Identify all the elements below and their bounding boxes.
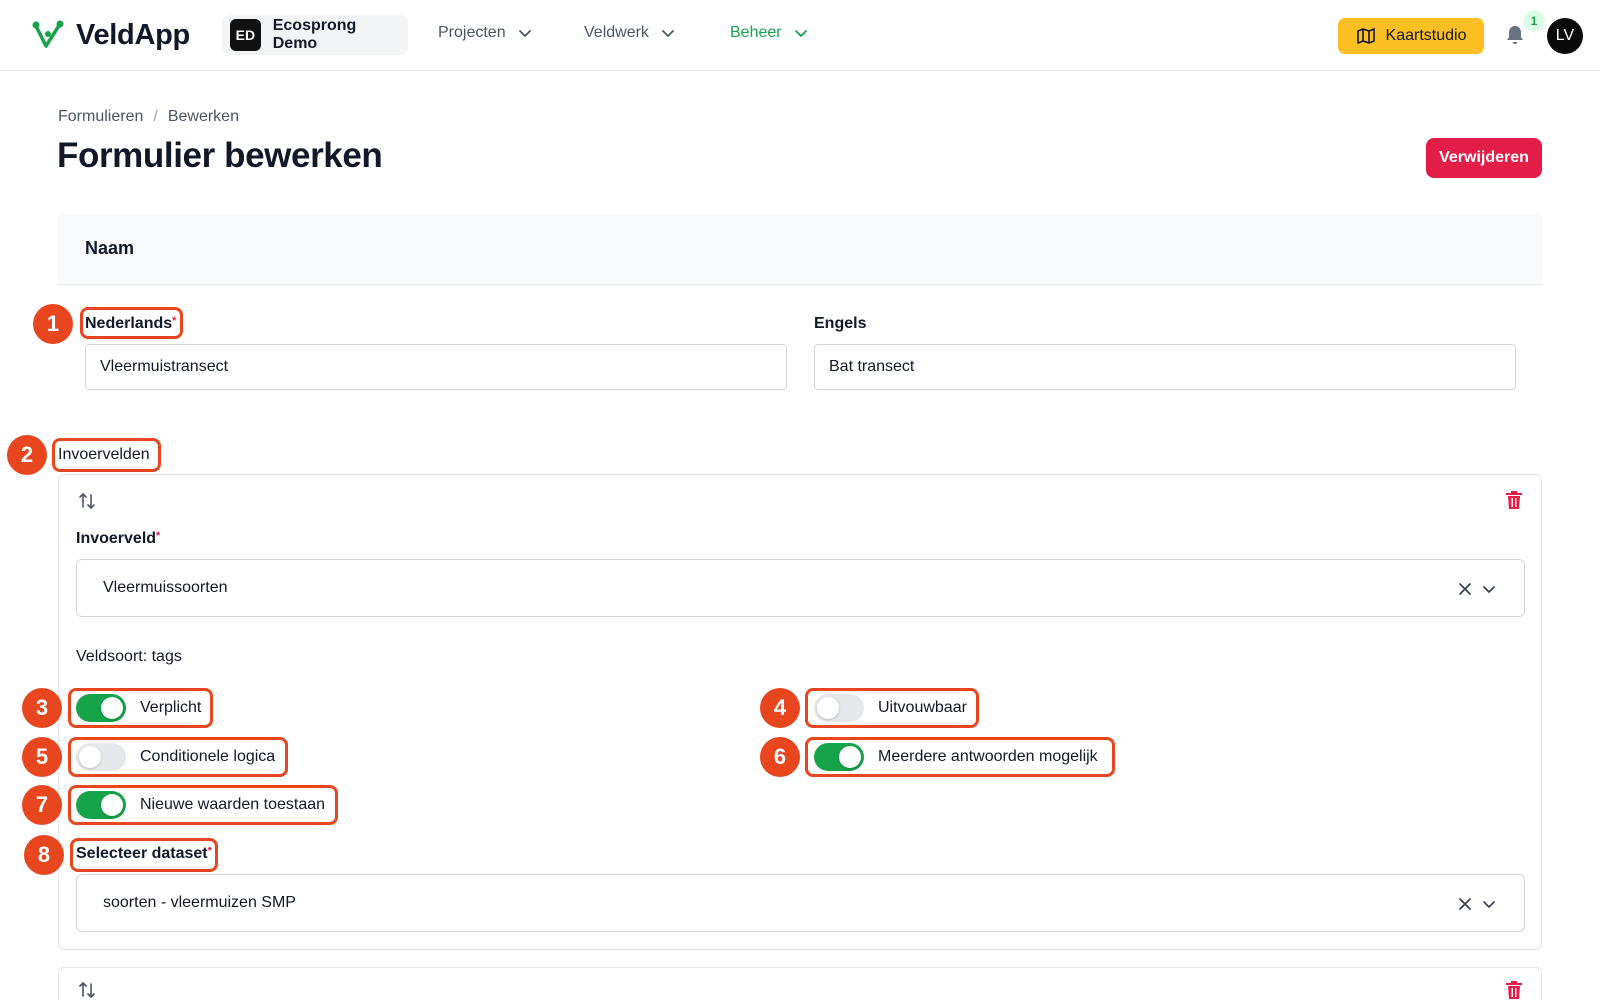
annotation-marker-3: 3 bbox=[22, 688, 62, 728]
uitvouwbaar-label: Uitvouwbaar bbox=[878, 699, 967, 716]
naam-section-header: Naam bbox=[58, 214, 1542, 285]
annotation-marker-7: 7 bbox=[22, 785, 62, 825]
bell-icon[interactable] bbox=[1504, 24, 1526, 46]
chevron-down-icon bbox=[518, 30, 531, 37]
clear-icon[interactable] bbox=[1458, 582, 1472, 596]
page-title: Formulier bewerken bbox=[57, 136, 383, 175]
app-name: VeldApp bbox=[76, 18, 190, 51]
toggle-meerdere-antwoorden[interactable]: Meerdere antwoorden mogelijk bbox=[814, 743, 1098, 771]
invoerveld-select[interactable]: Vleermuissoorten bbox=[76, 559, 1525, 617]
naam-section-title: Naam bbox=[85, 238, 135, 258]
breadcrumb-formulieren[interactable]: Formulieren bbox=[58, 108, 143, 126]
annotation-marker-6: 6 bbox=[760, 737, 800, 777]
clear-icon[interactable] bbox=[1458, 897, 1472, 911]
verplicht-switch[interactable] bbox=[76, 694, 126, 722]
toggle-conditionele-logica[interactable]: Conditionele logica bbox=[76, 743, 275, 771]
required-asterisk: * bbox=[172, 315, 177, 327]
toggle-verplicht[interactable]: Verplicht bbox=[76, 694, 201, 722]
breadcrumb-bewerken: Bewerken bbox=[167, 108, 239, 125]
field-type-text: Veldsoort: tags bbox=[76, 648, 182, 665]
nav-beheer[interactable]: Beheer bbox=[730, 24, 808, 42]
switch-knob bbox=[79, 746, 101, 768]
dataset-select[interactable]: soorten - vleermuizen SMP bbox=[76, 874, 1525, 932]
invoerveld-label: Invoerveld* bbox=[76, 530, 160, 548]
trash-icon[interactable] bbox=[1505, 980, 1523, 1000]
nederlands-label: Nederlands* bbox=[85, 315, 176, 333]
conditionele-logica-label: Conditionele logica bbox=[140, 748, 276, 765]
kaartstudio-label: Kaartstudio bbox=[1385, 27, 1467, 44]
annotation-marker-2: 2 bbox=[7, 435, 47, 475]
toggle-uitvouwbaar[interactable]: Uitvouwbaar bbox=[814, 694, 967, 722]
map-icon bbox=[1356, 28, 1375, 44]
verplicht-label: Verplicht bbox=[140, 699, 202, 716]
engels-label: Engels bbox=[814, 315, 867, 332]
breadcrumb-separator: / bbox=[153, 108, 158, 125]
annotation-marker-1: 1 bbox=[33, 304, 73, 344]
nederlands-name-input[interactable] bbox=[85, 344, 787, 390]
meerdere-antwoorden-switch[interactable] bbox=[814, 743, 864, 771]
switch-knob bbox=[101, 794, 123, 816]
annotation-marker-5: 5 bbox=[22, 737, 62, 777]
chevron-down-icon[interactable] bbox=[1482, 897, 1496, 911]
input-field-card bbox=[58, 967, 1542, 1000]
trash-icon[interactable] bbox=[1505, 490, 1523, 510]
engels-name-input[interactable] bbox=[814, 344, 1516, 390]
chevron-down-icon bbox=[794, 30, 807, 37]
chevron-down-icon bbox=[662, 30, 674, 37]
dataset-label-text: Selecteer dataset bbox=[76, 845, 208, 862]
dataset-selected-value: soorten - vleermuizen SMP bbox=[103, 894, 296, 911]
invoerveld-selected-value: Vleermuissoorten bbox=[103, 579, 228, 596]
nav-veldwerk-label: Veldwerk bbox=[584, 24, 649, 41]
switch-knob bbox=[101, 697, 123, 719]
nieuwe-waarden-label: Nieuwe waarden toestaan bbox=[140, 796, 326, 813]
conditionele-logica-switch[interactable] bbox=[76, 743, 126, 771]
invoerveld-label-text: Invoerveld bbox=[76, 530, 157, 547]
nav-beheer-label: Beheer bbox=[730, 24, 782, 41]
nav-projecten[interactable]: Projecten bbox=[438, 24, 532, 42]
nederlands-label-text: Nederlands bbox=[85, 315, 173, 332]
nav-projecten-label: Projecten bbox=[438, 24, 506, 41]
chevron-down-icon[interactable] bbox=[1482, 582, 1496, 596]
breadcrumb: Formulieren / Bewerken bbox=[58, 108, 239, 126]
dataset-label: Selecteer dataset* bbox=[76, 845, 212, 863]
reorder-icon[interactable] bbox=[77, 491, 97, 511]
switch-knob bbox=[817, 697, 839, 719]
organization-switcher[interactable]: ED Ecosprong Demo bbox=[222, 15, 408, 55]
veldapp-logo-icon bbox=[32, 20, 64, 48]
invoervelden-label: Invoervelden bbox=[58, 446, 150, 463]
toggle-nieuwe-waarden[interactable]: Nieuwe waarden toestaan bbox=[76, 791, 325, 819]
top-navbar: VeldApp ED Ecosprong Demo Projecten Veld… bbox=[0, 0, 1600, 71]
delete-button[interactable]: Verwijderen bbox=[1426, 138, 1542, 178]
annotation-marker-8: 8 bbox=[24, 835, 64, 875]
switch-knob bbox=[839, 746, 861, 768]
notification-badge: 1 bbox=[1523, 10, 1545, 32]
annotation-marker-4: 4 bbox=[760, 688, 800, 728]
nav-veldwerk[interactable]: Veldwerk bbox=[584, 24, 675, 42]
kaartstudio-button[interactable]: Kaartstudio bbox=[1338, 18, 1484, 54]
user-avatar[interactable]: LV bbox=[1547, 18, 1583, 54]
nieuwe-waarden-switch[interactable] bbox=[76, 791, 126, 819]
app-logo[interactable]: VeldApp bbox=[32, 18, 190, 52]
org-name: Ecosprong Demo bbox=[272, 17, 357, 52]
org-badge: ED bbox=[230, 19, 261, 51]
meerdere-antwoorden-label: Meerdere antwoorden mogelijk bbox=[878, 748, 1098, 765]
required-asterisk: * bbox=[207, 845, 212, 857]
uitvouwbaar-switch[interactable] bbox=[814, 694, 864, 722]
reorder-icon[interactable] bbox=[77, 980, 97, 1000]
required-asterisk: * bbox=[156, 530, 161, 542]
